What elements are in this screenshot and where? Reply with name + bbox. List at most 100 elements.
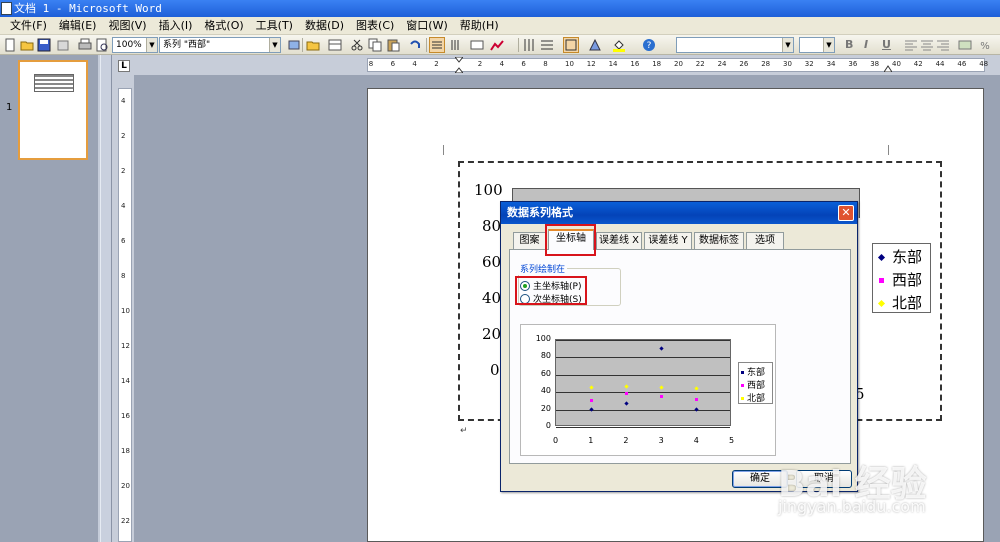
align-left-icon[interactable] — [904, 38, 918, 52]
menu-help[interactable]: 帮助(H) — [454, 17, 505, 35]
preview-data-point — [695, 397, 699, 401]
align-center-icon[interactable] — [920, 38, 934, 52]
chevron-down-icon[interactable]: ▼ — [269, 38, 280, 52]
preview-data-point — [694, 386, 699, 391]
horizontal-ruler[interactable]: 8 6 4 2 2 4 6 8 10 12 14 16 18 20 22 24 26 28 30 32 34 36 38 40… — [367, 57, 988, 73]
ruler-tick-label: 18 — [121, 447, 130, 455]
percent-style-icon[interactable]: % — [978, 38, 992, 52]
menu-edit[interactable]: 编辑(E) — [53, 17, 103, 35]
right-indent-marker-icon[interactable] — [884, 64, 892, 72]
value-axis-gridlines-icon[interactable] — [540, 38, 554, 52]
preview-y-tick-label: 20 — [540, 403, 551, 413]
menu-data[interactable]: 数据(D) — [299, 17, 350, 35]
italic-button[interactable]: I — [864, 37, 868, 53]
square-marker-icon — [879, 278, 884, 283]
menu-insert[interactable]: 插入(I) — [153, 17, 199, 35]
ok-button[interactable]: 确定 — [732, 470, 788, 488]
dialog-title-bar[interactable]: 数据系列格式 — [501, 202, 857, 224]
preview-y-tick-label: 40 — [540, 386, 551, 396]
zoom-combo[interactable]: 100% ▼ — [112, 37, 158, 53]
preview-legend-label: 西部 — [747, 381, 766, 391]
undo-icon[interactable] — [408, 38, 422, 52]
by-row-icon[interactable] — [429, 37, 445, 53]
copy-icon[interactable] — [368, 38, 382, 52]
svg-text:%: % — [980, 41, 990, 52]
preview-legend-label: 北部 — [747, 394, 766, 404]
tab-patterns[interactable]: 图案 — [513, 232, 546, 249]
underline-button[interactable]: U — [882, 37, 891, 53]
chevron-down-icon[interactable]: ▼ — [782, 38, 793, 52]
thumbnail-page-number: 1 — [6, 102, 13, 113]
menu-file[interactable]: 文件(F) — [4, 17, 53, 35]
ruler-tick-label: 2 — [434, 60, 439, 68]
menu-view[interactable]: 视图(V) — [102, 17, 152, 35]
toolbar-separator — [518, 38, 519, 52]
chevron-down-icon[interactable]: ▼ — [823, 38, 834, 52]
drawing-icon[interactable] — [588, 38, 602, 52]
preview-legend: 东部 西部 北部 — [738, 362, 773, 404]
print-icon[interactable] — [78, 38, 92, 52]
legend-entry: 西部 — [879, 271, 922, 289]
save-icon[interactable] — [37, 38, 51, 52]
chart-type-icon[interactable] — [490, 38, 504, 52]
ruler-tick-label: 22 — [695, 60, 705, 68]
format-series-icon[interactable] — [287, 38, 301, 52]
ruler-tick-label: 44 — [935, 60, 945, 68]
data-table-icon[interactable] — [470, 38, 484, 52]
ruler-tick-label: 4 — [121, 97, 126, 105]
datasheet-icon[interactable] — [328, 38, 342, 52]
preview-x-tick-label: 5 — [729, 436, 735, 445]
print-preview-icon[interactable] — [95, 38, 109, 52]
vertical-ruler[interactable]: 4 2 2 4 6 8 10 12 14 16 18 20 22 — [118, 88, 132, 542]
indent-marker-icon[interactable] — [455, 57, 463, 73]
font-size-combo[interactable]: ▼ — [799, 37, 835, 53]
menu-window[interactable]: 窗口(W) — [400, 17, 453, 35]
format-data-series-dialog: 数据系列格式 ✕ 图案 坐标轴 误差线 X 误差线 Y 数据标签 选项 系列绘制… — [500, 201, 858, 492]
help-icon[interactable]: ? — [642, 38, 656, 52]
preview-x-tick-label: 1 — [588, 436, 594, 445]
toolbar-separator — [302, 38, 303, 52]
ruler-tick-label: 36 — [848, 60, 858, 68]
menu-format[interactable]: 格式(O) — [198, 17, 249, 35]
chart-y-tick: 60 — [482, 253, 502, 271]
highlight-box-radio — [515, 276, 587, 305]
import-file-icon[interactable] — [306, 38, 320, 52]
tab-options[interactable]: 选项 — [746, 232, 784, 249]
tab-data-labels[interactable]: 数据标签 — [694, 232, 744, 249]
currency-style-icon[interactable] — [958, 38, 972, 52]
legend-icon[interactable] — [563, 37, 579, 53]
embedded-chart-legend[interactable]: 东部 西部 北部 — [872, 243, 931, 313]
menu-tools[interactable]: 工具(T) — [250, 17, 299, 35]
bold-button[interactable]: B — [845, 37, 853, 53]
pane-splitter[interactable] — [100, 55, 112, 542]
triangle-marker-icon — [877, 299, 886, 308]
tab-y-error-bars[interactable]: 误差线 Y — [644, 232, 692, 249]
margin-mark — [888, 145, 889, 155]
category-axis-gridlines-icon[interactable] — [522, 38, 536, 52]
preview-y-tick-label: 60 — [540, 368, 551, 378]
tab-stop-selector[interactable]: L — [118, 60, 130, 72]
ruler-tick-label: 30 — [783, 60, 792, 68]
new-document-icon[interactable] — [3, 38, 17, 52]
legend-label: 西部 — [892, 271, 923, 289]
font-name-combo[interactable]: ▼ — [676, 37, 794, 53]
align-right-icon[interactable] — [936, 38, 950, 52]
open-folder-icon[interactable] — [20, 38, 34, 52]
by-column-icon[interactable] — [448, 38, 462, 52]
legend-label: 东部 — [892, 248, 923, 266]
toolbar-separator — [426, 38, 427, 52]
paste-icon[interactable] — [386, 38, 400, 52]
tab-x-error-bars[interactable]: 误差线 X — [596, 232, 642, 249]
preview-plot-area — [555, 339, 731, 428]
cancel-button[interactable]: 取消 — [796, 470, 852, 488]
close-button[interactable]: ✕ — [838, 205, 854, 221]
cut-icon[interactable] — [350, 38, 364, 52]
ruler-tick-label: 4 — [121, 202, 126, 210]
chart-objects-combo[interactable]: 系列 "西部" ▼ — [159, 37, 281, 53]
menu-chart[interactable]: 图表(C) — [350, 17, 400, 35]
fill-color-icon[interactable] — [612, 38, 626, 52]
permission-icon[interactable] — [56, 38, 70, 52]
page-thumbnail[interactable] — [18, 60, 88, 160]
chevron-down-icon[interactable]: ▼ — [146, 38, 157, 52]
chart-y-tick: 20 — [482, 325, 502, 343]
